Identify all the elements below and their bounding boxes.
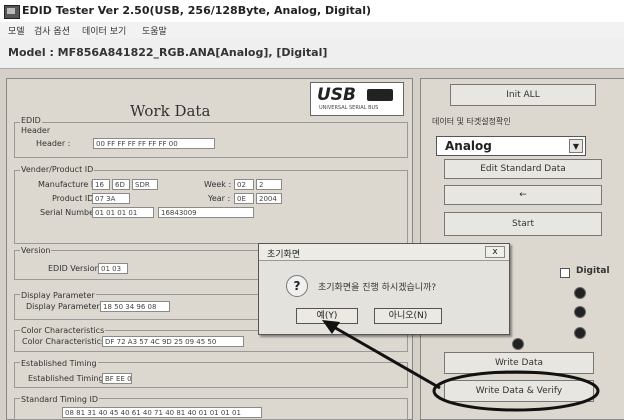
annotation-arrow-head [322,320,340,334]
annotation-arrow-line [331,324,441,390]
annotation-ellipse [432,370,600,412]
annotation-overlay [322,320,600,412]
